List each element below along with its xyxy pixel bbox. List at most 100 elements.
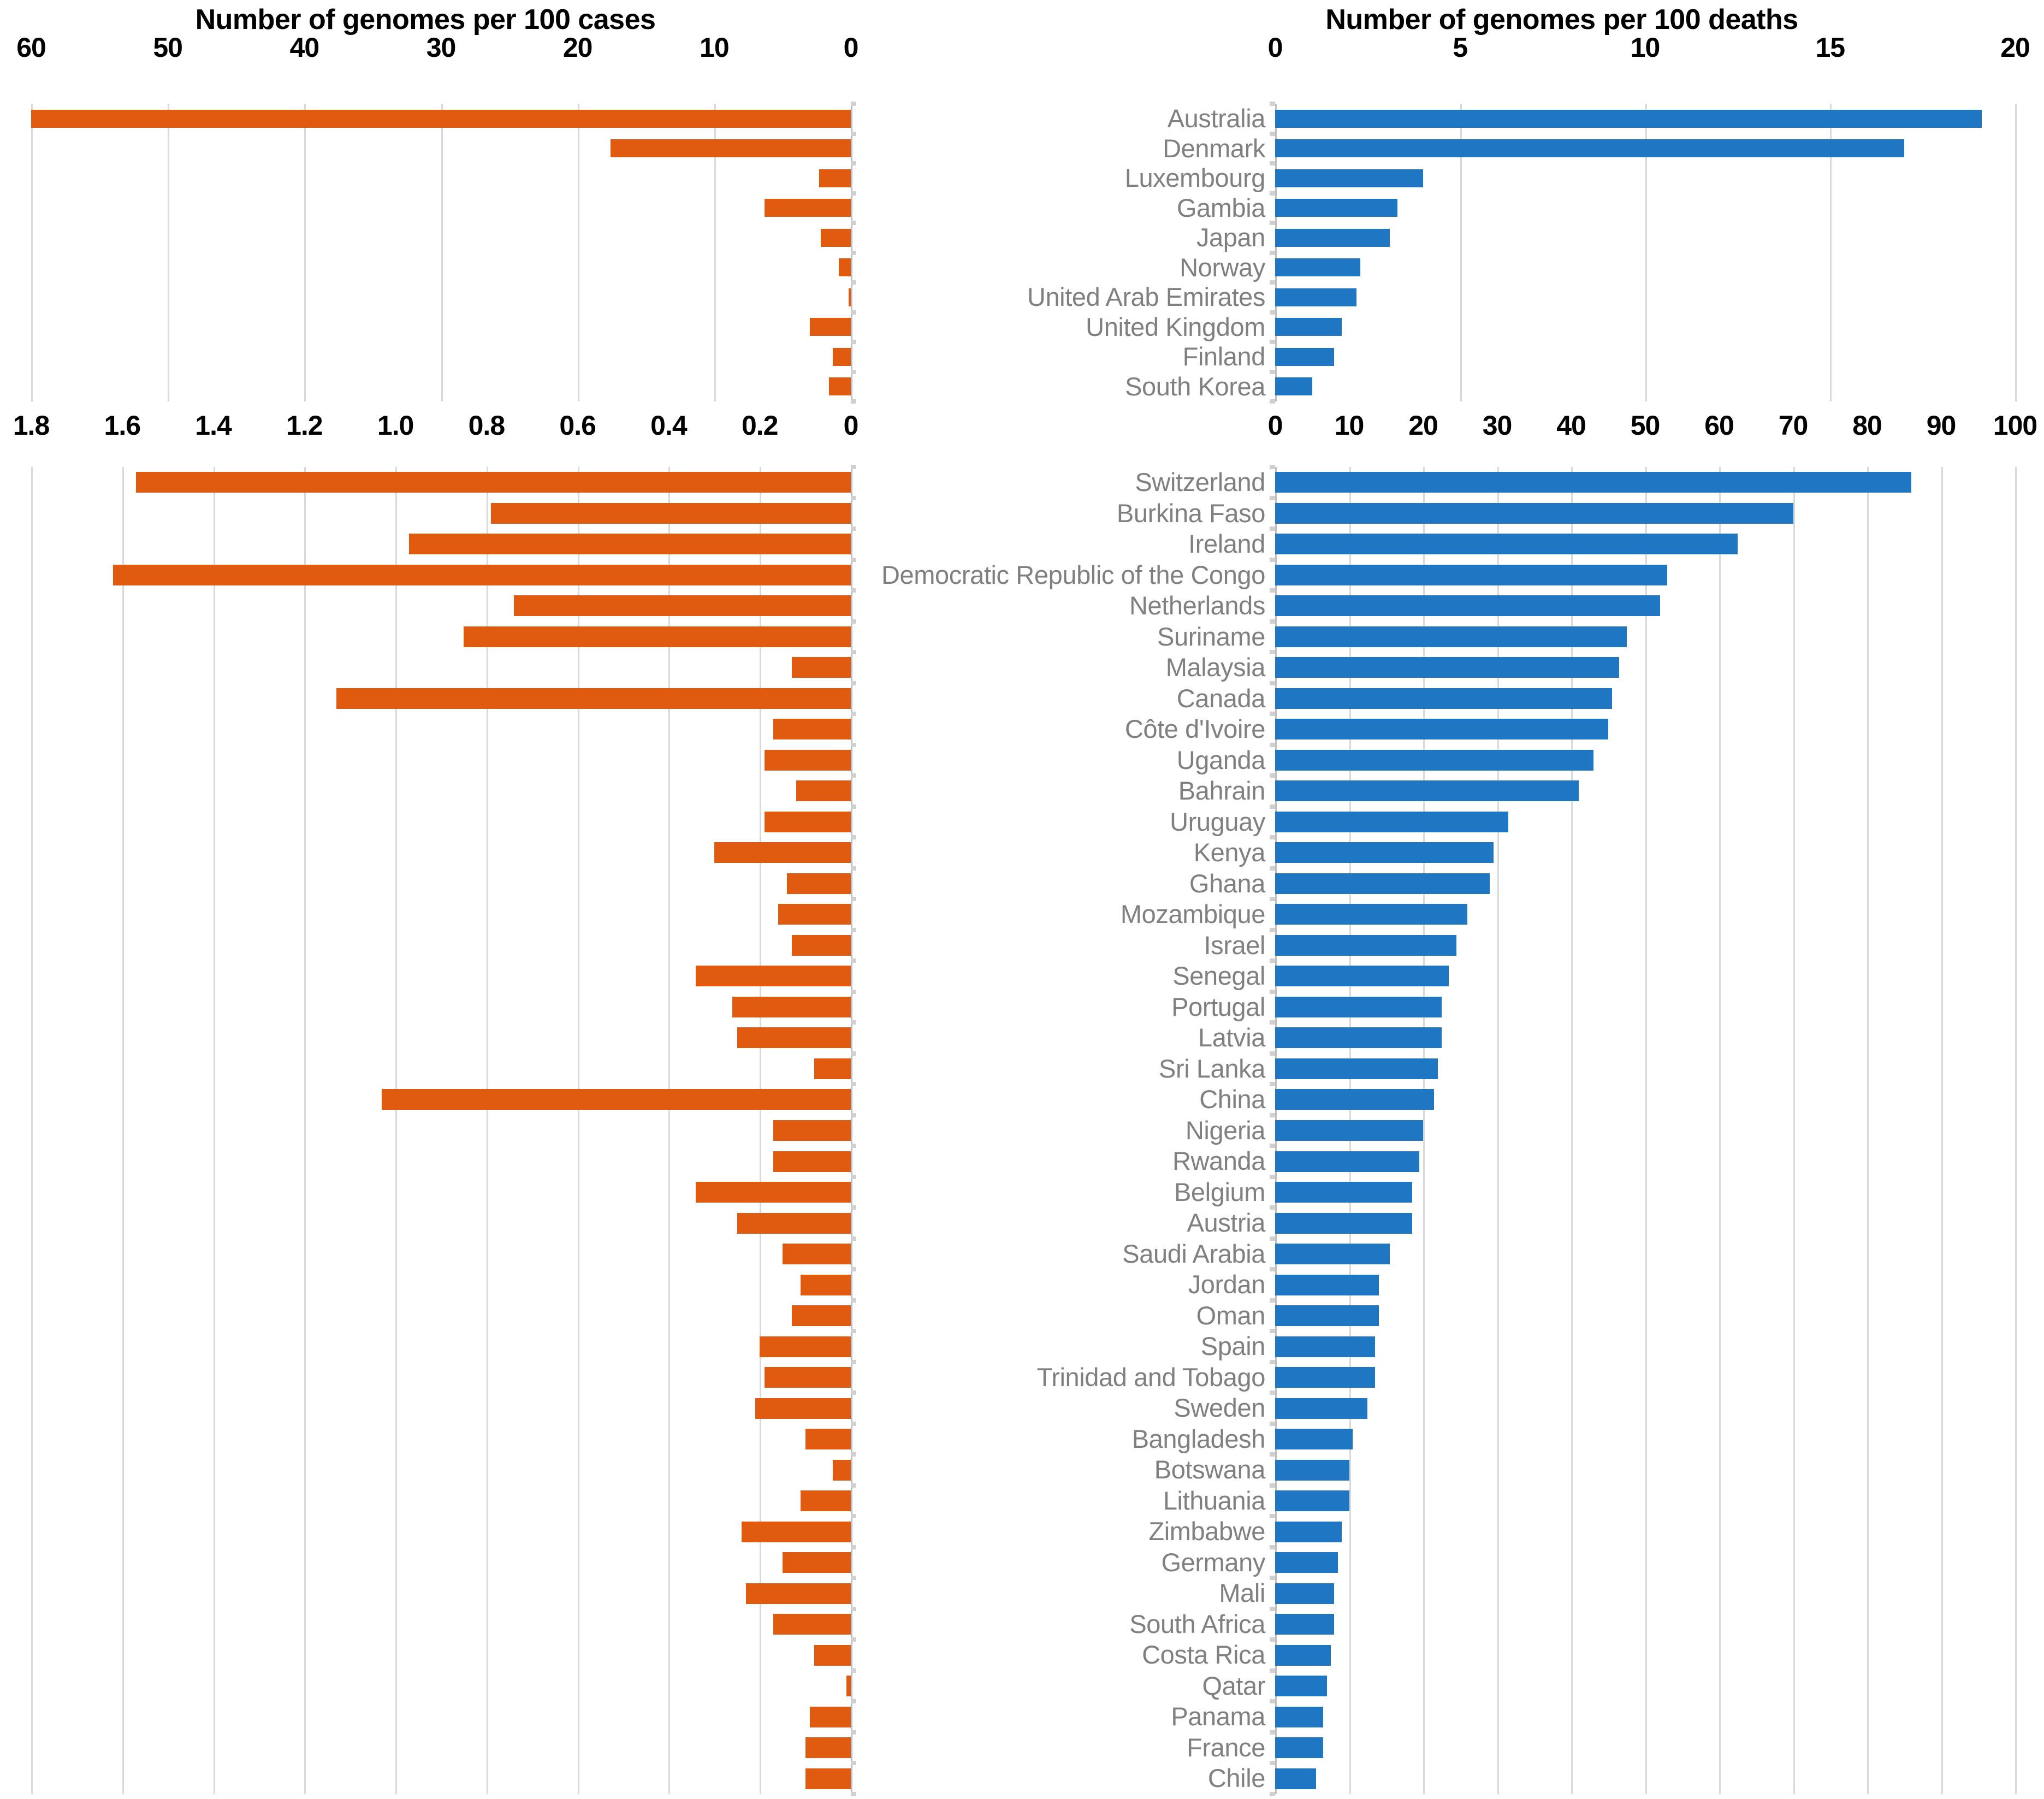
country-label: Democratic Republic of the Congo: [881, 560, 1265, 589]
bar-row: [1275, 472, 2015, 493]
bar-row: [31, 780, 851, 802]
bar-row: [31, 199, 851, 217]
bar-row: [31, 1552, 851, 1573]
axis-tickmark: [851, 1174, 856, 1179]
bar-row: [31, 1490, 851, 1512]
axis-tickmark: [1270, 588, 1275, 593]
bar-row: [31, 966, 851, 987]
bar-row: [31, 842, 851, 863]
axis-tickmark: [1270, 310, 1275, 315]
axis-tickmark: [851, 310, 856, 315]
bar-panama: [1275, 1706, 1324, 1727]
country-label: Qatar: [1202, 1671, 1265, 1700]
bar-row: [1275, 1274, 2015, 1295]
axis-tickmark: [1270, 1390, 1275, 1395]
bar-row: [1275, 1644, 2015, 1666]
bar-row: [31, 1336, 851, 1357]
country-label: Sri Lanka: [1159, 1054, 1265, 1083]
plot-top-right-deaths: [1270, 102, 2017, 404]
country-label: Bahrain: [1178, 776, 1266, 806]
bar-row: [31, 258, 851, 277]
bar-canada: [336, 688, 851, 709]
bar-united-arab-emirates: [1275, 288, 1357, 306]
axis-tickmark: [851, 1359, 856, 1364]
axis-tickmark: [1270, 1699, 1275, 1704]
country-label: Zimbabwe: [1148, 1517, 1265, 1546]
bar-row: [1275, 1429, 2015, 1450]
country-label: Suriname: [1157, 622, 1265, 651]
axis-tickmark: [1270, 1544, 1275, 1549]
bar-sri-lanka: [814, 1058, 851, 1079]
axis-tickmark: [851, 369, 856, 374]
bar-row: [31, 169, 851, 187]
bar-suriname: [464, 626, 851, 647]
axis-tickmark: [851, 1298, 856, 1303]
country-label: Lithuania: [1163, 1486, 1266, 1515]
bar-mali: [1275, 1583, 1335, 1604]
bar-row: [1275, 1768, 2015, 1789]
bar-lithuania: [801, 1490, 851, 1512]
axis-tickmark: [851, 1514, 856, 1519]
axis-tickmark: [1270, 1576, 1275, 1581]
country-label: Burkina Faso: [1116, 498, 1266, 528]
country-label: Portugal: [1171, 992, 1265, 1021]
axis-tickmark: [851, 1082, 856, 1087]
bar-row: [31, 377, 851, 396]
bar-bangladesh: [1275, 1429, 1353, 1450]
bar-netherlands: [1275, 595, 1660, 617]
country-label: Mali: [1219, 1578, 1265, 1608]
bar-row: [1275, 228, 2015, 247]
bar-chile: [805, 1768, 851, 1789]
axis-tickmark: [1270, 1452, 1275, 1457]
axis-tickmark: [851, 340, 856, 344]
axis-tickmark: [851, 1236, 856, 1241]
country-label: Trinidad and Tobago: [1036, 1362, 1266, 1392]
bar-row: [31, 1212, 851, 1234]
bar-row: [1275, 966, 2015, 987]
axis-tickmark: [851, 1144, 856, 1149]
country-label: Israel: [1204, 930, 1265, 960]
axis-tick-label: 0: [1267, 32, 1283, 63]
axis-tickmark: [851, 804, 856, 809]
bar-bahrain: [1275, 780, 1579, 802]
bar-row: [1275, 1552, 2015, 1573]
axis-tickmark: [851, 712, 856, 717]
country-label: Mozambique: [1120, 900, 1265, 929]
bar-mozambique: [1275, 904, 1468, 925]
gridline: [2015, 467, 2017, 1794]
bar-gambia: [765, 199, 851, 217]
axis-tickmark: [851, 866, 856, 871]
axis-tickmark: [1270, 1483, 1275, 1488]
bar-row: [31, 626, 851, 647]
bar-row: [1275, 169, 2015, 187]
bar-row: [31, 996, 851, 1017]
plot-bottom-left-cases: [31, 465, 856, 1796]
axis-tickmark: [1270, 1298, 1275, 1303]
axis-tickmark: [851, 742, 856, 747]
axis-tickmark: [851, 526, 856, 531]
bar-oman: [791, 1305, 851, 1327]
axis-tickmark: [1270, 712, 1275, 717]
bar-sweden: [1275, 1398, 1368, 1419]
bar-row: [31, 688, 851, 709]
axis-tickmark: [1270, 1637, 1275, 1642]
bar-row: [31, 472, 851, 493]
bar-row: [31, 109, 851, 128]
country-label: Denmark: [1163, 133, 1265, 163]
bar-row: [31, 1521, 851, 1542]
bar-row: [31, 749, 851, 771]
bar-row: [1275, 109, 2015, 128]
bar-c-te-d-ivoire: [1275, 719, 1608, 740]
bar-row: [31, 564, 851, 585]
bar-row: [31, 1768, 851, 1789]
country-label: Austria: [1187, 1208, 1266, 1238]
bar-south-korea: [828, 377, 851, 396]
axis-tickmark: [851, 1112, 856, 1117]
bar-portugal: [1275, 996, 1442, 1017]
bar-row: [1275, 347, 2015, 366]
bar-ghana: [1275, 873, 1490, 894]
axis-tickmark: [851, 1267, 856, 1272]
bar-south-africa: [773, 1614, 851, 1635]
axis-tickmark: [1270, 1606, 1275, 1611]
bar-row: [1275, 564, 2015, 585]
